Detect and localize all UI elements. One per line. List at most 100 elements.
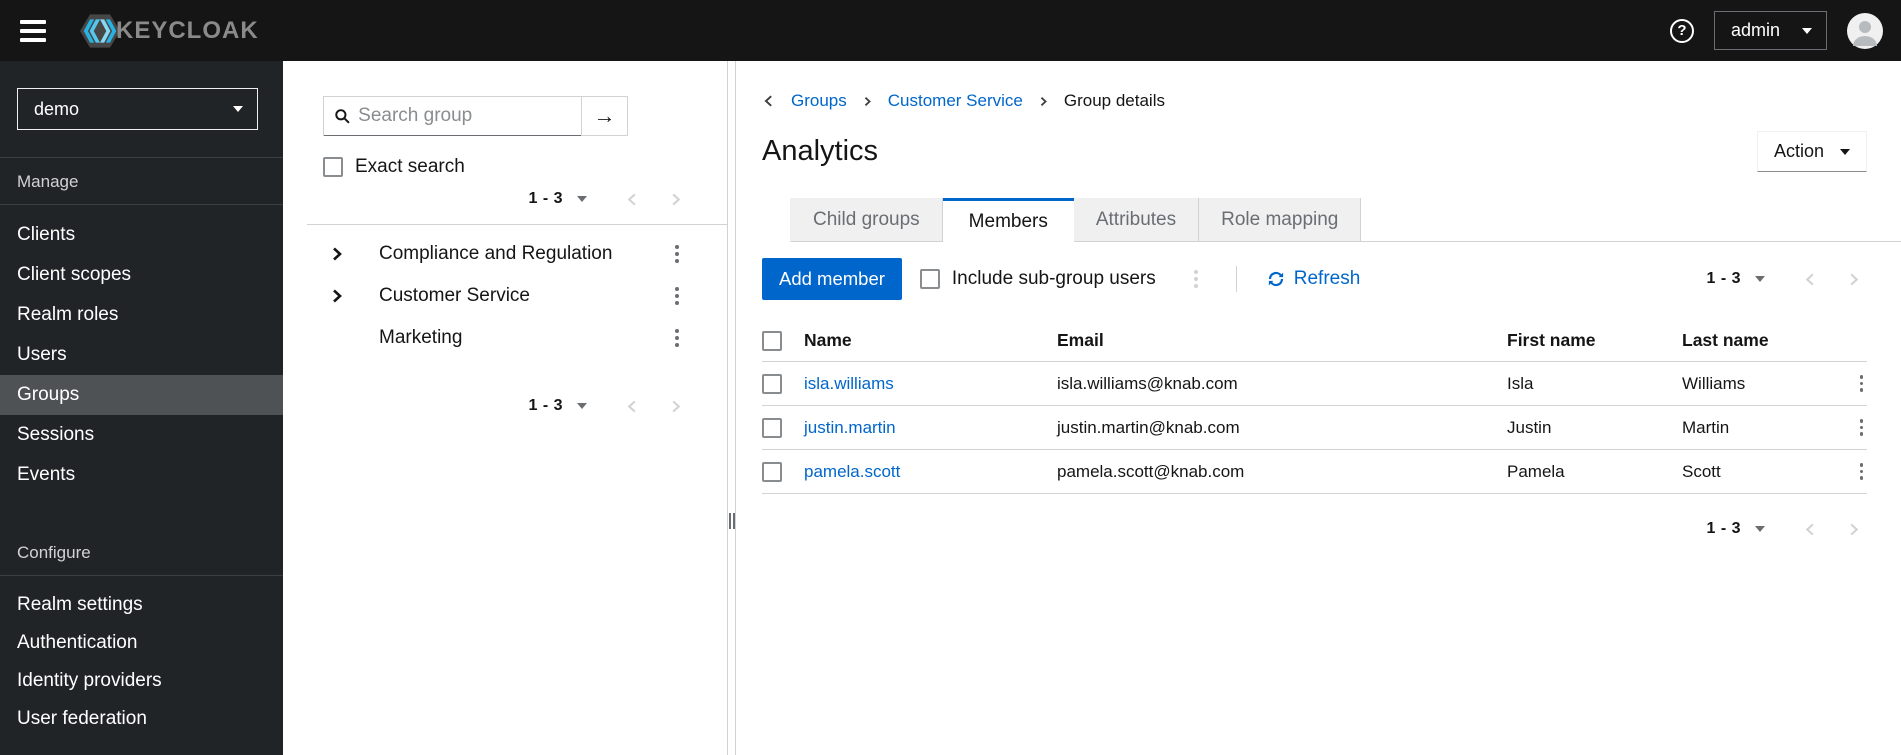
next-page-button[interactable] [668,399,683,414]
divider [1235,266,1237,292]
sidebar-item-users[interactable]: Users [0,335,283,375]
sidebar: demo Manage Clients Client scopes Realm … [0,61,283,755]
pagination-options-caret-icon[interactable] [1755,526,1765,532]
user-menu-dropdown[interactable]: admin [1713,11,1827,50]
action-label: Action [1773,141,1824,161]
member-last-name: Williams [1682,373,1746,393]
row-checkbox[interactable] [762,461,782,482]
kebab-menu-icon[interactable] [671,325,683,351]
member-username-link[interactable]: pamela.scott [804,462,1057,482]
sidebar-item-client-scopes[interactable]: Client scopes [0,255,283,295]
pagination-options-caret-icon[interactable] [577,403,587,409]
kebab-menu-icon[interactable] [671,283,683,309]
realm-selector[interactable]: demo [17,88,258,130]
member-email: isla.williams@knab.com [1057,373,1238,393]
table-header-row: Name Email First name Last name [762,320,1867,362]
next-page-button[interactable] [668,192,683,207]
groups-tree-panel: → Exact search 1 - 3 [283,61,727,755]
nav-toggle-hamburger-icon[interactable] [20,19,46,42]
chevron-left-icon [627,400,636,412]
username: admin [1730,20,1780,40]
group-link[interactable]: Customer Service [379,285,530,307]
row-kebab-menu-icon[interactable] [1856,371,1868,396]
toolbar-kebab-menu-icon[interactable] [1190,266,1202,292]
include-subgroups-checkbox[interactable] [919,269,940,289]
next-page-button[interactable] [1846,522,1861,537]
exact-search-checkbox[interactable] [323,157,343,177]
avatar[interactable] [1847,12,1883,49]
sidebar-item-sessions[interactable]: Sessions [0,415,283,455]
select-all-checkbox[interactable] [762,330,782,351]
member-first-name: Justin [1507,417,1552,437]
member-username-link[interactable]: isla.williams [804,374,1057,394]
chevron-down-icon [1840,148,1850,155]
sidebar-item-identity-providers[interactable]: Identity providers [0,662,283,700]
help-icon[interactable]: ? [1669,18,1694,43]
group-link[interactable]: Compliance and Regulation [379,243,612,265]
previous-page-button[interactable] [1803,272,1818,287]
section-label-configure: Configure [17,543,91,562]
kebab-menu-icon[interactable] [671,241,683,267]
refresh-icon [1268,271,1283,287]
group-search-input[interactable] [358,105,573,127]
breadcrumb-groups-link[interactable]: Groups [791,91,847,111]
chevron-right-icon [672,193,681,205]
breadcrumb-back-button[interactable] [762,94,776,108]
sidebar-item-realm-roles[interactable]: Realm roles [0,295,283,335]
member-first-name: Isla [1507,373,1534,393]
chevron-down-icon [233,106,243,112]
panel-resize-splitter[interactable] [727,61,736,755]
member-first-name: Pamela [1507,461,1565,481]
chevron-left-icon [627,193,636,205]
member-email: pamela.scott@knab.com [1057,461,1245,481]
table-row: pamela.scott pamela.scott@knab.com Pamel… [762,450,1867,494]
search-icon [335,109,350,124]
next-page-button[interactable] [1846,272,1861,287]
search-submit-button[interactable]: → [581,97,627,135]
row-kebab-menu-icon[interactable] [1856,415,1868,440]
group-link[interactable]: Marketing [379,327,462,349]
row-checkbox[interactable] [762,417,782,438]
sidebar-item-events[interactable]: Events [0,455,283,495]
tab-members[interactable]: Members [942,198,1074,242]
action-dropdown[interactable]: Action [1756,131,1867,172]
expand-chevron-icon[interactable] [329,288,349,304]
row-checkbox[interactable] [762,373,782,394]
exact-search-option: Exact search [323,156,727,178]
tab-child-groups[interactable]: Child groups [790,198,943,242]
pagination-options-caret-icon[interactable] [1755,276,1765,282]
keycloak-logo[interactable]: KEYCLOAK [80,13,259,49]
sidebar-item-clients[interactable]: Clients [0,215,283,255]
refresh-button[interactable]: Refresh [1267,268,1360,290]
sidebar-item-user-federation[interactable]: User federation [0,700,283,738]
table-row: isla.williams isla.williams@knab.com Isl… [762,362,1867,406]
expand-chevron-icon[interactable] [329,246,349,262]
row-kebab-menu-icon[interactable] [1856,459,1868,484]
groups-pagination-bottom: 1 - 3 [283,397,727,415]
previous-page-button[interactable] [1803,522,1818,537]
configure-nav: Realm settings Authentication Identity p… [0,586,283,738]
chevron-left-icon [1805,273,1814,285]
group-details-panel: Groups Customer Service Group details An… [736,61,1901,755]
divider [0,575,283,576]
sidebar-item-authentication[interactable]: Authentication [0,624,283,662]
previous-page-button[interactable] [625,399,640,414]
members-pagination-bottom: 1 - 3 [762,520,1867,538]
previous-page-button[interactable] [625,192,640,207]
chevron-left-icon [764,95,772,107]
add-member-button[interactable]: Add member [762,258,902,300]
column-header-first-name: First name [1507,330,1596,350]
breadcrumb-customer-service-link[interactable]: Customer Service [888,91,1023,111]
member-username-link[interactable]: justin.martin [804,418,1057,438]
include-subgroups-option: Include sub-group users [919,268,1156,290]
chevron-down-icon [1802,27,1812,34]
tab-attributes[interactable]: Attributes [1073,198,1200,242]
sidebar-item-groups[interactable]: Groups [0,375,283,415]
title-row: Analytics Action [762,131,1867,172]
tab-role-mapping[interactable]: Role mapping [1199,198,1362,242]
sidebar-item-realm-settings[interactable]: Realm settings [0,586,283,624]
chevron-right-icon [1850,523,1859,535]
include-subgroups-label: Include sub-group users [951,268,1156,289]
members-pagination-top: 1 - 3 [1706,270,1867,288]
pagination-options-caret-icon[interactable] [577,196,587,202]
